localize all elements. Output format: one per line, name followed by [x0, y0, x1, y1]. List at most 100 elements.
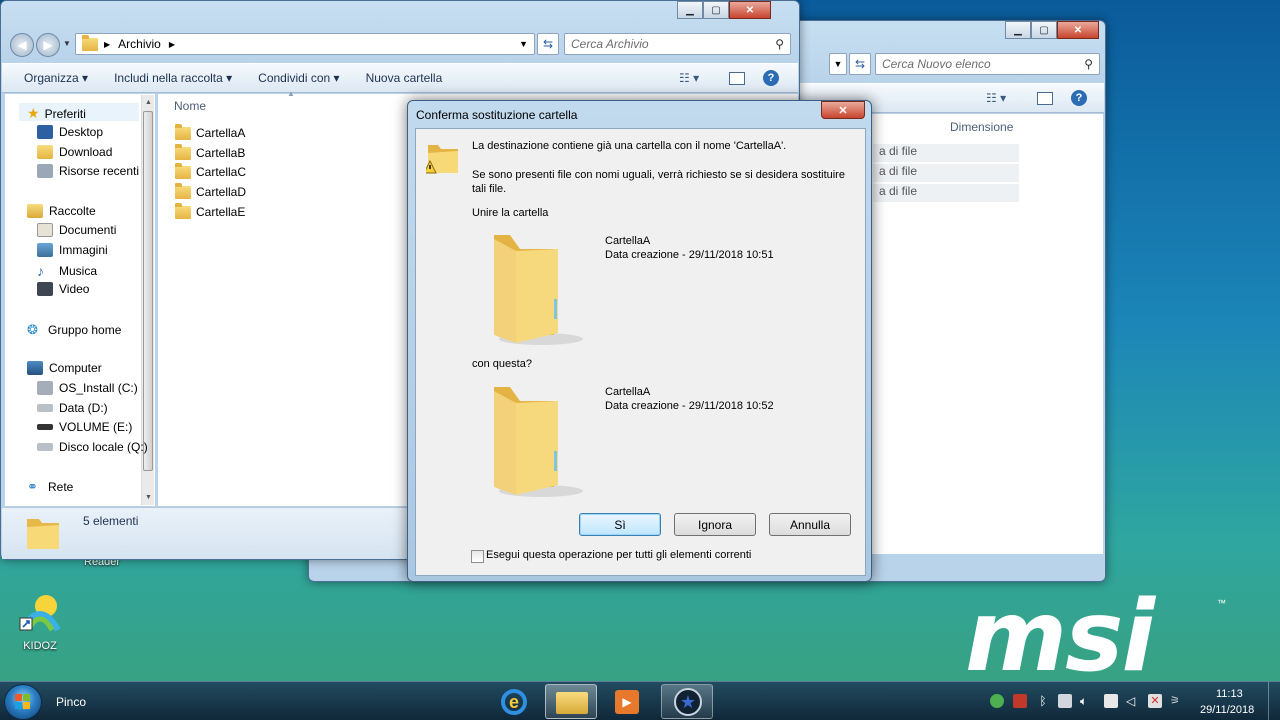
tray-device-icon[interactable] [1058, 694, 1072, 708]
clock-date[interactable]: 29/11/2018 [1200, 704, 1254, 716]
list-item[interactable]: CartellaD [175, 182, 246, 199]
back-nav-button[interactable]: ◀ [10, 33, 34, 57]
desktop-icon-kidoz[interactable]: KIDOZ [8, 592, 72, 652]
back-close-button[interactable]: ✕ [1057, 21, 1099, 39]
list-item[interactable]: CartellaE [175, 202, 245, 219]
include-library-menu[interactable]: Includi nella raccolta ▾ [106, 71, 240, 85]
source-folder-name: CartellaA [605, 386, 651, 398]
tray-app-icon[interactable] [1104, 694, 1118, 708]
sidebar-item-drive-c[interactable]: OS_Install (C:) [37, 381, 138, 395]
sidebar-item-images[interactable]: Immagini [37, 243, 108, 257]
list-item[interactable]: CartellaC [175, 162, 246, 179]
sidebar-item-drive-d[interactable]: Data (D:) [37, 401, 108, 415]
minimize-button[interactable]: ▁ [677, 1, 703, 19]
sidebar-item-computer[interactable]: Computer [27, 361, 102, 375]
dialog-message: La destinazione contiene già una cartell… [472, 140, 787, 152]
folder-icon [175, 143, 191, 160]
sidebar-item-download[interactable]: Download [37, 145, 112, 159]
taskbar-ie-button[interactable]: e [489, 684, 541, 719]
volume-icon[interactable]: 🔈︎ [1080, 694, 1094, 708]
taskbar-media-player-button[interactable]: ▶ [601, 684, 653, 719]
back-row-3[interactable]: a di file [873, 184, 1019, 202]
help-icon[interactable]: ? [1071, 90, 1087, 106]
back-search-input[interactable]: Cerca Nuovo elenco ⚲ [875, 53, 1100, 75]
column-header-size[interactable]: Dimensione [950, 120, 1013, 134]
preview-pane-icon[interactable] [729, 71, 745, 85]
list-item[interactable]: CartellaA [175, 123, 245, 140]
kidoz-icon [18, 592, 62, 636]
tray-network-tools-icon[interactable] [1013, 694, 1027, 708]
desktop-icon [37, 125, 53, 139]
sidebar-item-drive-e[interactable]: VOLUME (E:) [37, 420, 132, 434]
view-options-icon[interactable]: ☷ ▾ [679, 71, 699, 85]
show-desktop-button[interactable] [1268, 682, 1280, 720]
share-menu[interactable]: Condividi con ▾ [250, 71, 347, 85]
sidebar-item-documents[interactable]: Documenti [37, 223, 116, 237]
folder-icon [175, 182, 191, 199]
sidebar-item-favorites[interactable]: ★ Preferiti [27, 105, 86, 122]
dialog-close-button[interactable]: ✕ [821, 101, 865, 119]
network-disconnected-icon[interactable]: ✕ [1148, 694, 1162, 708]
close-button[interactable]: ✕ [729, 1, 771, 19]
apply-all-label[interactable]: Esegui questa operazione per tutti gli e… [486, 549, 751, 561]
folder-icon [175, 202, 191, 219]
taskbar-app-button[interactable]: ★ [661, 684, 713, 719]
replace-folder-dialog[interactable]: Conferma sostituzione cartella ✕ La dest… [407, 100, 872, 582]
sidebar-item-drive-q[interactable]: Disco locale (Q:) [37, 440, 148, 454]
tray-security-icon[interactable] [990, 694, 1004, 708]
tray-signal-icon[interactable]: ⚞ [1170, 694, 1184, 708]
chevron-down-icon[interactable]: ▼ [519, 39, 528, 49]
list-item[interactable]: CartellaB [175, 143, 245, 160]
start-button[interactable] [4, 684, 42, 720]
column-header-name[interactable]: Nome [174, 99, 206, 113]
taskbar-user-label[interactable]: Pinco [56, 695, 86, 709]
search-input[interactable]: Cerca Archivio ⚲ [564, 33, 791, 55]
address-bar[interactable]: ▶ Archivio ▶ ▼ [75, 33, 535, 55]
refresh-icon: ⇆ [542, 37, 554, 51]
forward-nav-button[interactable]: ▶ [36, 33, 60, 57]
sidebar-item-desktop[interactable]: Desktop [37, 125, 103, 139]
internet-explorer-icon: e [501, 689, 527, 715]
windows-logo-icon [15, 694, 30, 709]
back-minimize-button[interactable]: ▁ [1005, 21, 1031, 39]
back-refresh-button[interactable]: ⇆ [849, 53, 871, 75]
arrow-right-icon: ▶ [43, 38, 53, 52]
folder-icon [175, 123, 191, 140]
apply-all-checkbox[interactable] [471, 550, 484, 563]
back-maximize-button[interactable]: ▢ [1031, 21, 1057, 39]
computer-icon [27, 361, 43, 375]
taskbar-explorer-button[interactable] [545, 684, 597, 719]
maximize-button[interactable]: ▢ [703, 1, 729, 19]
sidebar-item-homegroup[interactable]: ❂ Gruppo home [27, 322, 121, 338]
source-folder-date: Data creazione - 29/11/2018 10:52 [605, 400, 774, 412]
sidebar-item-music[interactable]: ♪ Musica [37, 263, 97, 279]
speaker-icon[interactable]: ◁ [1126, 694, 1140, 708]
refresh-button[interactable]: ⇆ [537, 33, 559, 55]
yes-button[interactable]: Sì [579, 513, 661, 536]
bluetooth-icon[interactable]: ᛒ [1036, 694, 1050, 708]
sidebar-item-network[interactable]: ⚭ Rete [27, 479, 73, 495]
clock-time[interactable]: 11:13 [1216, 688, 1243, 700]
breadcrumb[interactable]: Archivio [118, 37, 161, 51]
homegroup-icon: ❂ [27, 322, 38, 337]
back-row-2[interactable]: a di file [873, 164, 1019, 182]
target-folder-name: CartellaA [605, 235, 651, 247]
sidebar-item-libraries[interactable]: Raccolte [27, 204, 96, 218]
search-icon: ⚲ [1084, 57, 1093, 71]
sidebar-item-recent[interactable]: Risorse recenti [37, 164, 139, 178]
with-label: con questa? [472, 358, 532, 370]
cancel-button[interactable]: Annulla [769, 513, 851, 536]
file-explorer-icon [556, 692, 588, 714]
help-icon[interactable]: ? [763, 70, 779, 86]
system-drive-icon [37, 381, 53, 395]
skip-button[interactable]: Ignora [674, 513, 756, 536]
organize-menu[interactable]: Organizza ▾ [16, 71, 96, 85]
back-address-dropdown[interactable]: ▼ [829, 53, 847, 75]
new-folder-button[interactable]: Nuova cartella [358, 71, 451, 85]
back-row-1[interactable]: a di file [873, 144, 1019, 162]
sidebar-item-video[interactable]: Video [37, 282, 89, 296]
recent-pages-dropdown[interactable]: ▼ [63, 39, 71, 48]
back-view-icon[interactable]: ☷ ▾ [986, 91, 1006, 105]
back-preview-pane-icon[interactable] [1037, 91, 1053, 105]
search-icon: ⚲ [775, 37, 784, 51]
